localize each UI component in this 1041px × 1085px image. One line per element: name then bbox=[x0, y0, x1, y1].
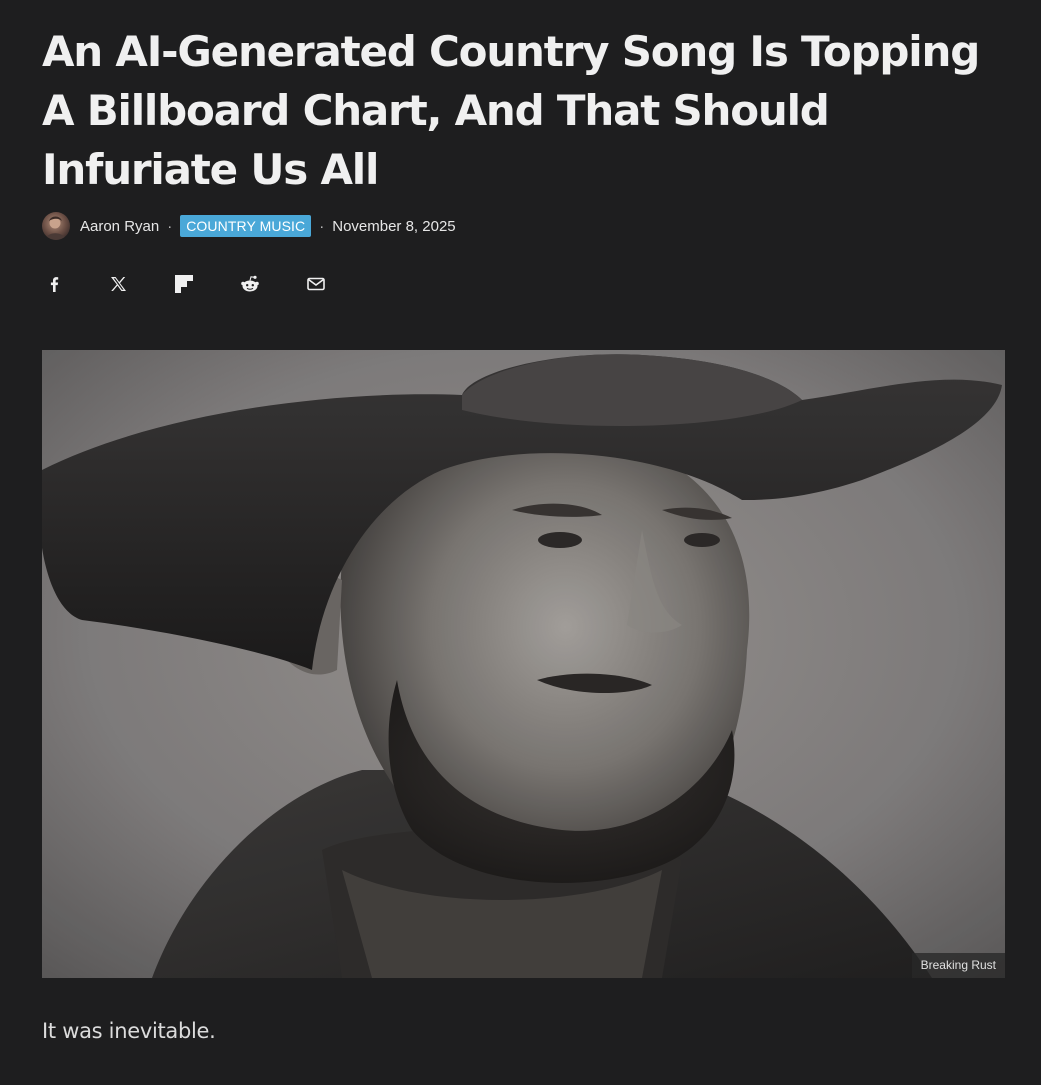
reddit-icon bbox=[241, 275, 259, 292]
flipboard-icon bbox=[175, 275, 193, 293]
hero-image[interactable]: Breaking Rust bbox=[42, 350, 1005, 978]
image-credit: Breaking Rust bbox=[911, 953, 1005, 978]
meta-separator: · bbox=[319, 217, 325, 235]
author-link[interactable]: Aaron Ryan bbox=[80, 218, 159, 235]
publish-date: November 8, 2025 bbox=[332, 217, 456, 235]
facebook-icon bbox=[50, 277, 59, 292]
article-headline: An AI-Generated Country Song Is Topping … bbox=[42, 27, 980, 194]
share-facebook-button[interactable] bbox=[42, 270, 66, 298]
cowboy-portrait-image bbox=[42, 350, 1005, 978]
share-bar bbox=[42, 270, 370, 298]
author-avatar[interactable] bbox=[42, 212, 70, 240]
email-icon bbox=[307, 277, 325, 291]
share-flipboard-button[interactable] bbox=[172, 270, 196, 298]
share-x-button[interactable] bbox=[106, 270, 130, 298]
share-reddit-button[interactable] bbox=[238, 270, 262, 298]
share-email-button[interactable] bbox=[304, 270, 328, 298]
article-meta: Aaron Ryan · COUNTRY MUSIC · November 8,… bbox=[42, 211, 456, 241]
article-lede: It was inevitable. bbox=[42, 1019, 216, 1043]
meta-separator: · bbox=[167, 217, 173, 235]
category-badge[interactable]: COUNTRY MUSIC bbox=[180, 215, 312, 237]
x-icon bbox=[110, 277, 126, 291]
